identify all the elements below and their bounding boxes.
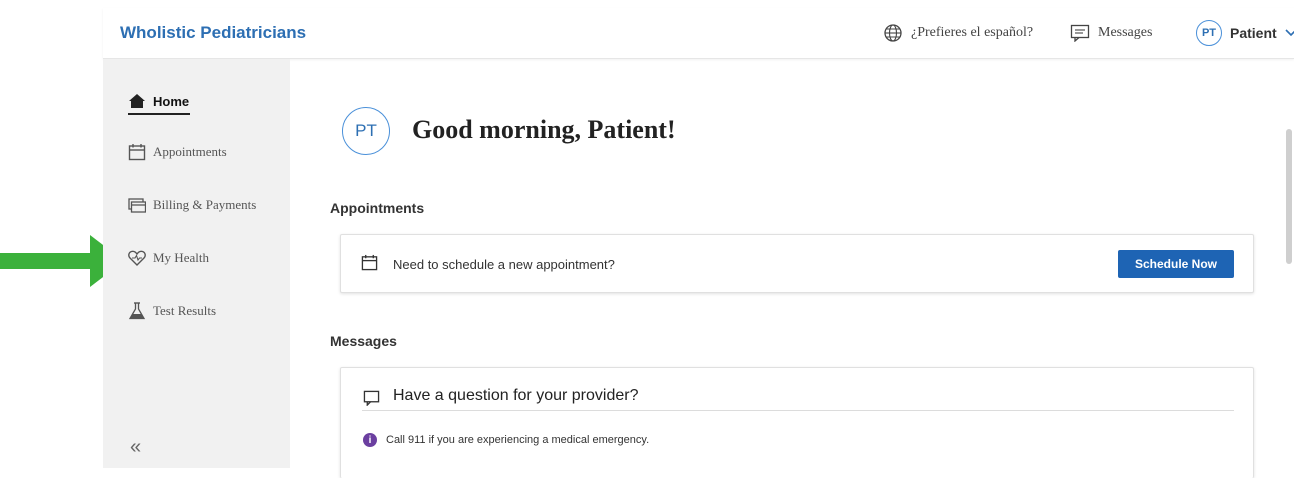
message-icon [1070,24,1090,42]
sidebar-item-label: Home [153,93,190,109]
main-content: PT Good morning, Patient! Appointments N… [290,59,1294,478]
emergency-notice: Call 911 if you are experiencing a medic… [386,434,650,446]
language-link[interactable]: ¿Prefieres el español? [883,8,1033,58]
sidebar-item-appointments[interactable]: Appointments [128,143,227,161]
globe-icon [884,24,902,42]
calendar-icon [361,254,378,271]
user-avatar: PT [1196,20,1222,46]
divider [362,410,1234,411]
appointments-card: Need to schedule a new appointment? Sche… [340,234,1254,293]
sidebar-item-label: Appointments [153,144,227,159]
heart-icon [128,250,146,266]
user-name: Patient [1230,25,1277,41]
calendar-icon [128,144,146,161]
sidebar-item-test-results[interactable]: Test Results [128,302,216,320]
brand-title[interactable]: Wholistic Pediatricians [120,23,306,43]
top-bar: Wholistic Pediatricians ¿Prefieres el es… [103,8,1294,59]
sidebar-item-label: My Health [153,250,209,265]
info-icon: i [363,433,377,447]
collapse-sidebar-button[interactable]: « [130,436,141,459]
billing-icon [128,198,146,213]
scrollbar[interactable] [1286,129,1292,264]
sidebar-item-home[interactable]: Home [128,93,189,109]
language-link-label: ¿Prefieres el español? [911,25,1034,40]
page-title: Good morning, Patient! [412,115,676,144]
schedule-prompt: Need to schedule a new appointment? [393,257,615,272]
sidebar: Home Appointments Billing & Payments My … [103,59,290,468]
schedule-now-button[interactable]: Schedule Now [1118,250,1234,278]
home-icon [129,94,145,108]
messages-link-label: Messages [1098,25,1153,40]
sidebar-item-label: Test Results [153,303,217,318]
sidebar-item-billing[interactable]: Billing & Payments [128,197,256,213]
appointments-heading: Appointments [330,200,425,216]
sidebar-item-label: Billing & Payments [153,197,257,212]
sidebar-item-my-health[interactable]: My Health [128,250,209,266]
active-indicator [128,113,190,115]
chevron-down-icon [1285,29,1294,37]
user-menu[interactable]: PT Patient [1196,8,1294,58]
messages-heading: Messages [330,333,397,349]
flask-icon [128,302,146,320]
messages-link[interactable]: Messages [1070,8,1152,58]
patient-avatar: PT [342,107,390,155]
provider-question-link[interactable]: Have a question for your provider? [393,387,638,405]
chat-icon [363,390,380,406]
messages-card: Have a question for your provider? i Cal… [340,367,1254,478]
